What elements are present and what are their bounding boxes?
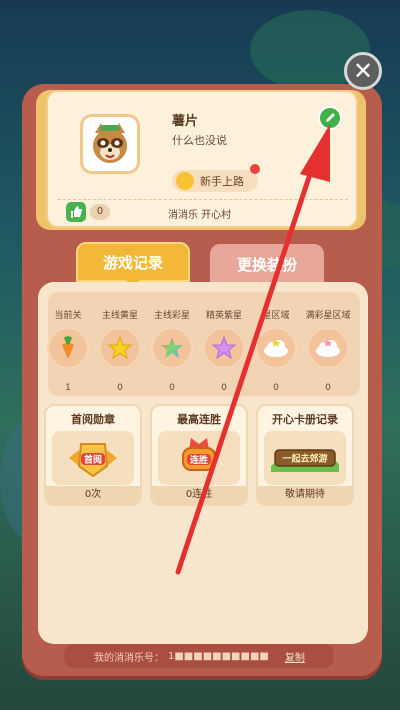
copy-button[interactable]: 复制 <box>285 649 305 664</box>
streak-badge-icon: 连胜 <box>158 431 240 485</box>
close-icon: ✕ <box>352 57 374 85</box>
profile-card: 薯片 什么也没说 新手上路 0 消消乐 开心村 <box>46 90 358 228</box>
stat-label: 主线彩星 <box>153 311 190 321</box>
achievement-first-read[interactable]: 首阅勋章 首阅 0次 <box>44 404 142 506</box>
stat-label: 满彩星区域 <box>305 311 351 321</box>
stat-current-level: 当前关 1 <box>42 308 94 393</box>
stat-yellow-stars: 主线黄星 0 <box>94 308 146 393</box>
purple-star-icon <box>203 327 245 369</box>
signature: 什么也没说 <box>172 134 227 147</box>
medal-icon: 首阅 <box>52 431 134 485</box>
achievement-title: 首阅勋章 <box>71 413 115 426</box>
card-divider <box>58 199 348 200</box>
pencil-icon <box>326 113 335 122</box>
thumbs-up-icon <box>71 206 82 218</box>
stat-value: 0 <box>169 383 175 393</box>
avatar[interactable] <box>80 114 140 174</box>
tab-game-records[interactable]: 游戏记录 <box>76 242 190 287</box>
nickname: 薯片 <box>172 114 199 129</box>
like-count: 0 <box>90 204 110 220</box>
rainbow-cloud-icon <box>307 327 349 369</box>
achievement-title: 最高连胜 <box>177 413 221 426</box>
like-button[interactable] <box>66 202 86 222</box>
stat-value: 0 <box>221 383 227 393</box>
account-id-label: 我的消消乐号： <box>94 652 164 664</box>
achievement-title: 开心卡册记录 <box>272 413 338 426</box>
stat-value: 0 <box>117 383 123 393</box>
stat-rainbow-stars: 主线彩星 0 <box>146 308 198 393</box>
yellow-star-icon <box>99 327 141 369</box>
album-sign-icon: 一起去郊游 <box>264 431 346 485</box>
achievement-card-album[interactable]: 开心卡册记录 一起去郊游 敬请期待 <box>256 404 354 506</box>
stat-value: 0 <box>273 383 279 393</box>
stat-star-zones: 星区域 0 <box>250 308 302 393</box>
tab-change-outfit[interactable]: 更换装扮 <box>210 244 324 284</box>
rainbow-star-icon <box>151 327 193 369</box>
achievement-count: 0次 <box>46 486 140 504</box>
album-sign-text: 一起去郊游 <box>282 453 327 465</box>
medal-text: 首阅 <box>84 454 102 466</box>
stat-value: 1 <box>65 383 71 393</box>
account-id-bar: 我的消消乐号： 1■■■■■■■■■■ 复制 <box>64 644 334 668</box>
edit-profile-button[interactable] <box>318 106 342 130</box>
title-badge-label: 新手上路 <box>200 175 244 188</box>
village-name: 消消乐 开心村 <box>168 210 232 221</box>
stat-purple-stars: 精英紫星 0 <box>198 308 250 393</box>
stat-label: 精英紫星 <box>205 311 242 321</box>
raccoon-avatar-icon <box>93 123 127 163</box>
notification-dot <box>250 164 260 174</box>
cloud-icon <box>255 327 297 369</box>
stat-rainbow-zones: 满彩星区域 0 <box>302 308 354 393</box>
stat-label: 主线黄星 <box>101 311 138 321</box>
chick-icon <box>176 172 194 190</box>
stat-label: 星区域 <box>262 311 290 321</box>
stat-label: 当前关 <box>54 311 82 321</box>
achievement-count: 0连胜 <box>152 486 246 504</box>
close-button[interactable]: ✕ <box>344 52 382 90</box>
title-badge[interactable]: 新手上路 <box>172 170 258 192</box>
stat-value: 0 <box>325 383 331 393</box>
account-id-value: 1■■■■■■■■■■ <box>168 650 269 662</box>
badge-text: 连胜 <box>190 454 208 466</box>
achievement-status: 敬请期待 <box>258 486 352 504</box>
achievement-win-streak[interactable]: 最高连胜 连胜 0连胜 <box>150 404 248 506</box>
carrot-icon <box>47 327 89 369</box>
